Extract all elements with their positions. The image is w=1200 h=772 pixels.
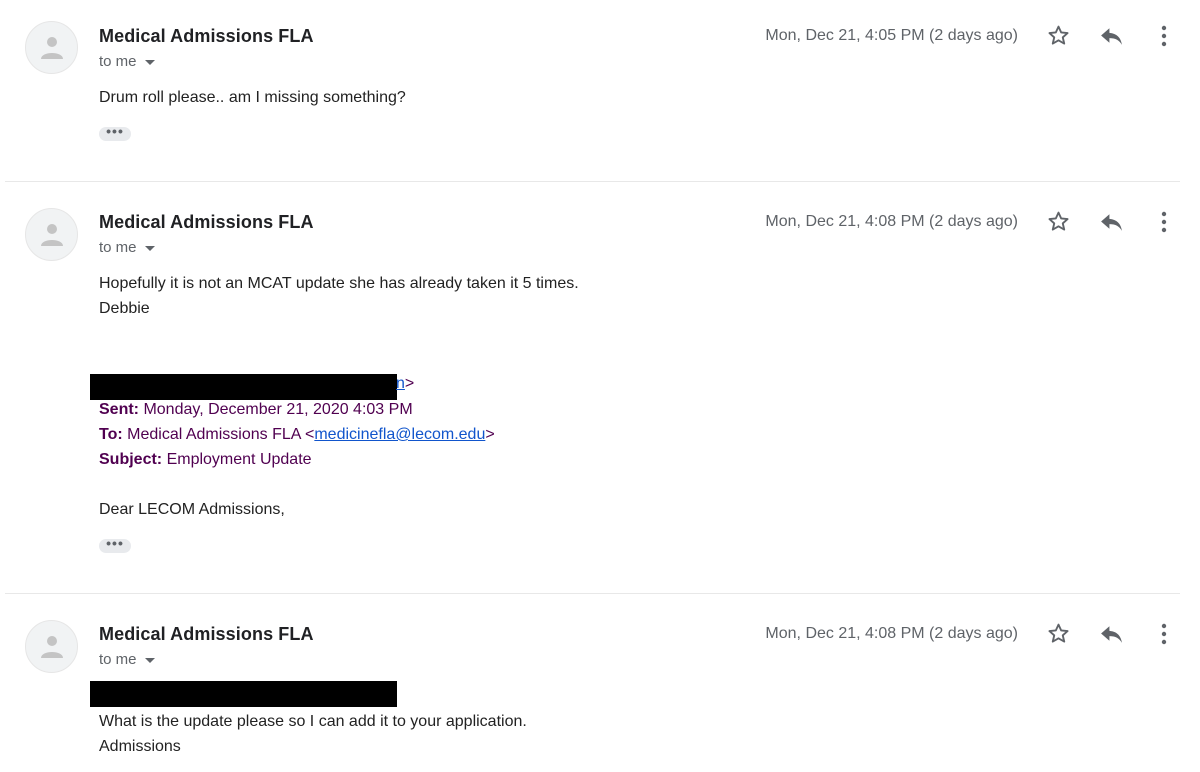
- message-date: Mon, Dec 21, 4:08 PM (2 days ago): [765, 625, 1018, 642]
- avatar: [25, 620, 78, 673]
- reply-icon: [1101, 28, 1122, 45]
- email-message: Medical Admissions FLA to me Mon, Dec 21…: [0, 0, 1200, 182]
- show-trimmed-content-button[interactable]: •••: [99, 124, 131, 141]
- quoted-sent-line: Sent: Monday, December 21, 2020 4:03 PM: [99, 401, 413, 419]
- quoted-to-label: To:: [99, 426, 123, 443]
- avatar: [25, 208, 78, 261]
- quoted-greeting: Dear LECOM Admissions,: [99, 501, 285, 518]
- reply-button[interactable]: [1099, 622, 1124, 650]
- message-body-line: Admissions: [99, 738, 181, 755]
- message-date: Mon, Dec 21, 4:05 PM (2 days ago): [765, 27, 1018, 44]
- message-date: Mon, Dec 21, 4:08 PM (2 days ago): [765, 213, 1018, 230]
- recipient-label: to me: [99, 53, 137, 70]
- message-body-line: Drum roll please.. am I missing somethin…: [99, 89, 406, 106]
- quoted-to-name: Medical Admissions FLA <: [127, 426, 315, 443]
- recipient-details-toggle[interactable]: to me: [99, 239, 155, 256]
- star-icon: [1048, 25, 1069, 45]
- quoted-subject-value: Employment Update: [166, 451, 312, 468]
- star-button[interactable]: [1046, 23, 1071, 53]
- person-icon: [41, 224, 63, 246]
- show-trimmed-content-button[interactable]: •••: [99, 536, 131, 553]
- email-message: Medical Admissions FLA to me Mon, Dec 21…: [0, 594, 1200, 772]
- email-message: Medical Admissions FLA to me Mon, Dec 21…: [0, 182, 1200, 594]
- recipient-details-toggle[interactable]: to me: [99, 53, 155, 70]
- avatar: [25, 21, 78, 74]
- more-vert-icon: [1161, 25, 1167, 47]
- ellipsis-icon: •••: [106, 123, 124, 139]
- star-button[interactable]: [1046, 209, 1071, 239]
- recipient-label: to me: [99, 239, 137, 256]
- chevron-down-icon[interactable]: [144, 245, 155, 251]
- more-options-button[interactable]: [1156, 24, 1172, 53]
- recipient-label: to me: [99, 651, 137, 668]
- quoted-subject-label: Subject:: [99, 451, 163, 468]
- more-options-button[interactable]: [1156, 210, 1172, 239]
- reply-button[interactable]: [1099, 210, 1124, 238]
- chevron-down-icon[interactable]: [144, 657, 155, 663]
- quoted-to-close: >: [485, 426, 495, 443]
- quoted-subject-line: Subject: Employment Update: [99, 451, 312, 469]
- chevron-down-icon[interactable]: [144, 59, 155, 65]
- message-body-line: Debbie: [99, 300, 150, 317]
- redaction-bar: [90, 374, 397, 400]
- recipient-details-toggle[interactable]: to me: [99, 651, 155, 668]
- person-icon: [41, 37, 63, 59]
- ellipsis-icon: •••: [106, 535, 124, 551]
- sender-name[interactable]: Medical Admissions FLA: [99, 26, 314, 47]
- sender-name[interactable]: Medical Admissions FLA: [99, 624, 314, 645]
- quoted-sent-value: Monday, December 21, 2020 4:03 PM: [143, 401, 413, 418]
- more-options-button[interactable]: [1156, 622, 1172, 651]
- quoted-sent-label: Sent:: [99, 401, 139, 418]
- sender-name[interactable]: Medical Admissions FLA: [99, 212, 314, 233]
- quoted-from-close: >: [404, 375, 415, 392]
- more-vert-icon: [1161, 211, 1167, 233]
- star-icon: [1048, 623, 1069, 643]
- redaction-bar: [90, 681, 397, 707]
- reply-icon: [1101, 214, 1122, 231]
- person-icon: [41, 636, 63, 658]
- message-body-line: What is the update please so I can add i…: [99, 713, 527, 730]
- quoted-to-email-link[interactable]: medicinefla@lecom.edu: [314, 426, 485, 443]
- star-button[interactable]: [1046, 621, 1071, 651]
- more-vert-icon: [1161, 623, 1167, 645]
- reply-button[interactable]: [1099, 24, 1124, 52]
- reply-icon: [1101, 626, 1122, 643]
- quoted-from-line: n>: [396, 375, 414, 393]
- quoted-from-email-link[interactable]: n: [396, 375, 405, 392]
- message-body-line: Hopefully it is not an MCAT update she h…: [99, 275, 579, 292]
- quoted-to-line: To: Medical Admissions FLA <medicinefla@…: [99, 426, 495, 444]
- star-icon: [1048, 211, 1069, 231]
